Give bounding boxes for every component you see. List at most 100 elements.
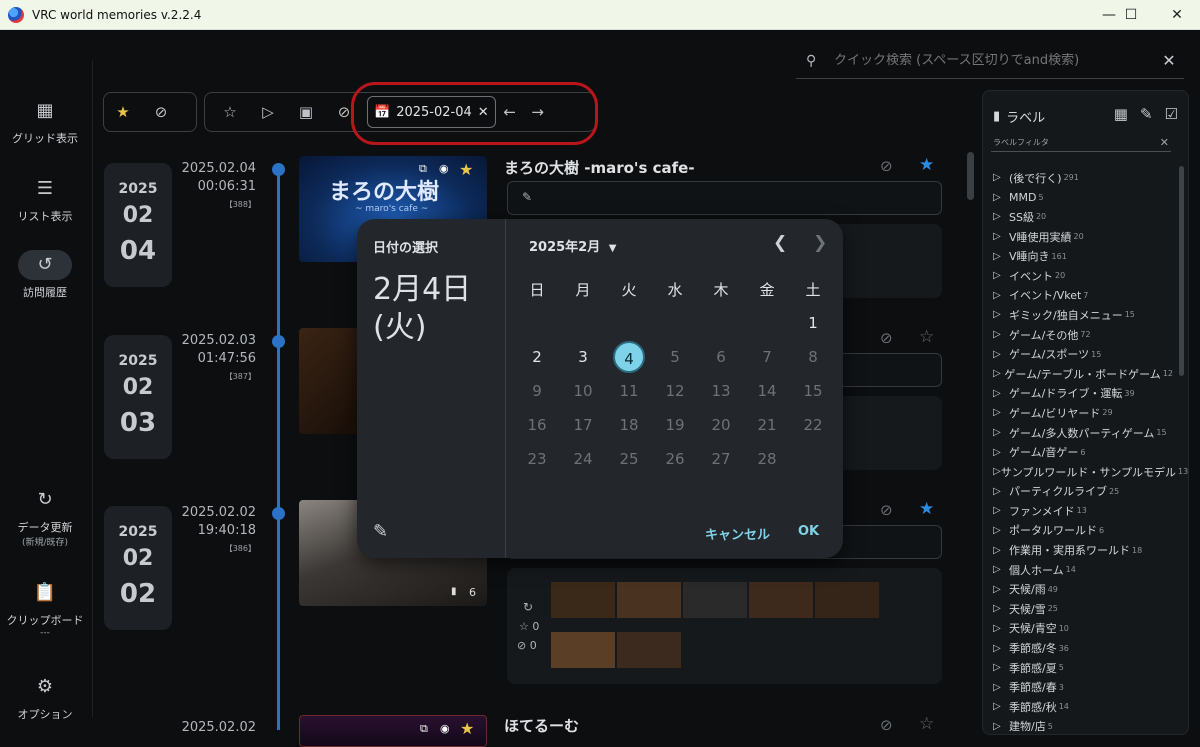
label-item[interactable]: ▷ 作業用・実用系ワールド 18 [993,540,1173,560]
star-outline-icon[interactable]: ☆ [919,714,934,734]
calendar-day: 6 [698,348,744,366]
photo-tile[interactable] [551,582,615,618]
hidden-filter-icon[interactable]: ⊘ [142,96,180,128]
month-selector[interactable]: 2025年2月 ▼ [529,236,616,255]
grid-select-icon[interactable]: ▦ [1114,105,1128,123]
copy-icon[interactable]: ⧉ [420,722,428,736]
calendar-day[interactable]: 2 [514,348,560,366]
hidden-icon[interactable]: ⊘ [880,329,893,347]
label-item[interactable]: ▷ MMD 5 [993,188,1173,208]
label-item[interactable]: ▷ (後で行く) 291 [993,168,1173,188]
calendar-day-label: 7 [762,348,772,366]
label-item[interactable]: ▷ ゲーム/ドライブ・運転 39 [993,384,1173,404]
label-item[interactable]: ▷ ゲーム/スポーツ 15 [993,344,1173,364]
sidebar-item-history[interactable]: ↺ 訪問履歴 [0,250,90,300]
sidebar-item-options[interactable]: ⚙ オプション [0,672,90,722]
cancel-button[interactable]: キャンセル [705,524,770,543]
star-icon[interactable]: ★ [919,155,934,175]
label-item[interactable]: ▷ SS級 20 [993,207,1173,227]
selected-date-line1: 2月4日 [373,272,472,307]
label-scrollbar[interactable] [1179,166,1184,376]
hidden-icon[interactable]: ⊘ [880,157,893,175]
photo-tile[interactable] [551,632,615,668]
label-item[interactable]: ▷ 個人ホーム 14 [993,560,1173,580]
label-item[interactable]: ▷ 天候/青空 10 [993,619,1173,639]
globe-icon[interactable]: ◉ [440,722,450,735]
prev-month-icon[interactable]: ❮ [773,233,787,253]
star-outline-icon[interactable]: ☆ [211,96,249,128]
reload-icon[interactable]: ↻ [523,600,533,614]
label-item[interactable]: ▷ パーティクルライブ 25 [993,482,1173,502]
photo-tile[interactable] [815,582,879,618]
sidebar-item-list[interactable]: ☰ リスト表示 [0,174,90,224]
photo-tile[interactable] [617,632,681,668]
no-image-icon[interactable]: ▣ [287,96,325,128]
globe-icon[interactable]: ◉ [439,162,449,175]
star-icon[interactable]: ★ [459,160,473,179]
calendar-day-selected[interactable]: 4 [606,341,652,373]
copy-icon[interactable]: ⧉ [419,162,427,176]
list-icon: ☰ [36,178,54,199]
app-icon [8,6,24,23]
sidebar-item-refresh[interactable]: ↻ データ更新 (新規/既存) [0,485,90,548]
label-icon[interactable]: ▷ [249,96,287,128]
label-item[interactable]: ▷ ポータルワールド 6 [993,521,1173,541]
memo-field[interactable]: ✎ [507,181,942,215]
label-item[interactable]: ▷ 季節感/夏 5 [993,658,1173,678]
label-item[interactable]: ▷ ゲーム/その他 72 [993,325,1173,345]
label-item[interactable]: ▷ 季節感/春 3 [993,677,1173,697]
calendar-day: 17 [560,416,606,434]
photo-tile[interactable] [749,582,813,618]
visit-index: 【388】 [224,200,256,209]
search-clear-icon[interactable]: ✕ [1154,51,1184,70]
sidebar-item-clipboard[interactable]: 📋 クリップボード --- [0,578,90,638]
next-month-icon[interactable]: ❯ [813,233,827,253]
star-icon[interactable]: ★ [460,719,474,738]
sidebar-item-grid[interactable]: ▦ グリッド表示 [0,96,90,146]
label-item[interactable]: ▷ ゲーム/ビリヤード 29 [993,403,1173,423]
label-filter-field[interactable]: ラベルフィルタ ✕ [991,134,1171,152]
calendar-day-label: 10 [573,382,593,400]
label-item[interactable]: ▷ 天候/雨 49 [993,579,1173,599]
calendar-day-label: 5 [670,348,680,366]
label-item[interactable]: ▷ イベント/Vket 7 [993,286,1173,306]
calendar-day[interactable]: 3 [560,348,606,366]
star-outline-icon[interactable]: ☆ [919,327,934,347]
label-tag-icon: ▷ [993,681,1001,693]
label-item[interactable]: ▷ ギミック/独自メニュー 15 [993,305,1173,325]
checklist-icon[interactable]: ☑ [1165,105,1178,123]
photo-tile[interactable] [683,582,747,618]
calendar-grid: 日月火水木金土 1 2 3 4 5 6 7 8 9 10 11 12 13 14 15 16 17 18 19 20 21… [514,272,836,476]
star-icon[interactable]: ★ [919,499,934,519]
label-item[interactable]: ▷ V睡使用実績 20 [993,227,1173,247]
close-icon[interactable]: ✕ [1160,136,1169,149]
label-item[interactable]: ▷ 季節感/冬 36 [993,638,1173,658]
photo-tile[interactable] [617,582,681,618]
world-title[interactable]: まろの大樹 -maro's cafe- [504,157,695,178]
hidden-icon[interactable]: ⊘ [880,716,893,734]
date-card-year: 2025 [118,524,158,540]
label-item[interactable]: ▷ 季節感/秋 14 [993,697,1173,717]
calendar-day[interactable]: 1 [790,314,836,332]
world-thumbnail[interactable]: ⧉ ◉ ★ [299,715,487,747]
label-item[interactable]: ▷ 建物/店 5 [993,717,1173,734]
label-item[interactable]: ▷ 天候/雪 25 [993,599,1173,619]
pencil-icon[interactable]: ✎ [1140,105,1153,123]
main-scrollbar[interactable] [967,152,974,200]
label-item[interactable]: ▷ ゲーム/多人数パーティゲーム 15 [993,423,1173,443]
label-item[interactable]: ▷ ゲーム/音ゲー 6 [993,442,1173,462]
label-item[interactable]: ▷ ゲーム/テーブル・ボードゲーム 12 [993,364,1173,384]
hidden-icon[interactable]: ⊘ [880,501,893,519]
label-item[interactable]: ▷ ファンメイド 13 [993,501,1173,521]
world-title[interactable]: ほてるーむ [504,715,579,736]
close-button[interactable]: ✕ [1154,0,1200,30]
calendar-day-label: 23 [527,450,547,468]
label-item[interactable]: ▷ サンプルワールド・サンプルモデル 13 [993,462,1188,482]
label-item[interactable]: ▷ イベント 20 [993,266,1173,286]
label-item[interactable]: ▷ V睡向き 161 [993,246,1173,266]
pencil-icon[interactable]: ✎ [373,521,388,542]
label-name: ゲーム/ビリヤード [1009,406,1101,420]
maximize-button[interactable]: ☐ [1108,0,1154,30]
star-filter-icon[interactable]: ★ [104,96,142,128]
ok-button[interactable]: OK [798,524,819,539]
